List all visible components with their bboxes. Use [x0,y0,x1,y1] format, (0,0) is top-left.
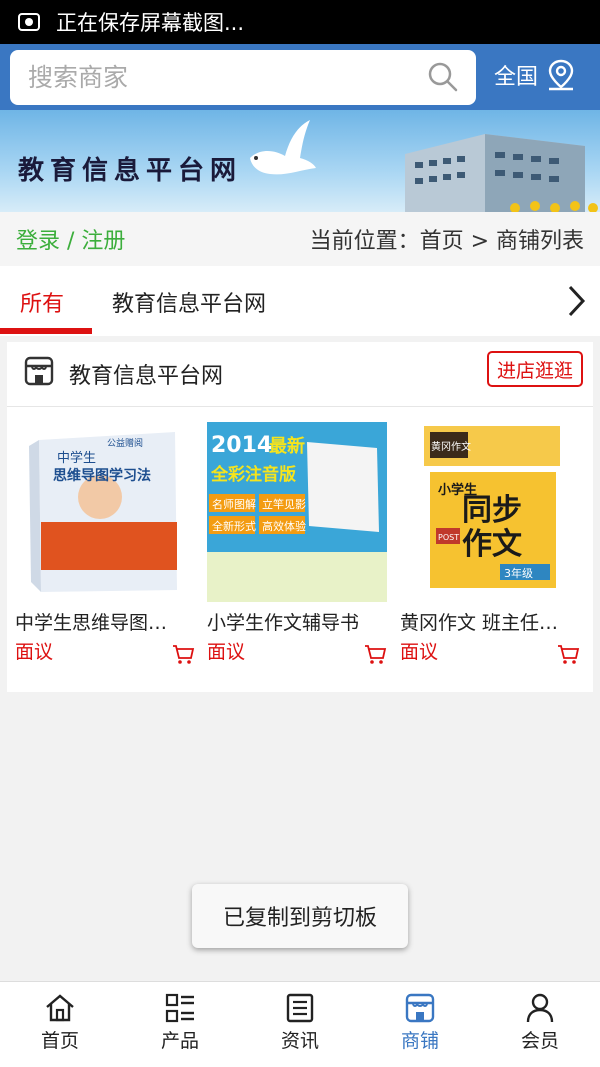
product-card[interactable]: 2014 最新 全彩注音版 名师图解 立竿见影 全新形式 高效体验 小学生作文辅… [207,422,387,664]
product-name[interactable]: 小学生作文辅导书 [207,608,387,635]
cover-feature: 名师图解 [212,497,256,511]
banner: 教育信息平台网 [0,110,600,212]
shop-icon [405,993,435,1023]
product-price: 面议 [400,641,439,663]
location-pin-icon [548,59,574,91]
category-tabs: 所有 教育信息平台网 [0,266,600,336]
nav-shops[interactable]: 商铺 [360,982,480,1067]
cover-feature: 立竿见影 [262,497,306,511]
shop-card: 教育信息平台网 进店逛逛 公益赠阅 中学生 思维导图学习法 中学生思维导图… 面… [7,342,593,692]
product-name[interactable]: 黄冈作文 班主任… [400,608,580,635]
bottom-navigation: 首页 产品 资讯 商铺 会员 [0,981,600,1067]
nav-label: 产品 [160,1030,199,1052]
product-image[interactable]: 黄冈作文 同步 作文 小学生 POST 3年级 [400,422,580,602]
shop-name: 教育信息平台网 [69,364,224,389]
nav-label: 资讯 [280,1030,319,1052]
cover-post: POST [438,533,459,542]
status-text: 正在保存屏幕截图... [56,11,245,35]
nav-home[interactable]: 首页 [0,982,120,1067]
region-selector[interactable]: 全国 [494,58,576,92]
region-label: 全国 [494,65,539,90]
active-tab-indicator [0,328,92,334]
login-breadcrumb-row: 登录 / 注册 当前位置：首页 > 商铺列表 [0,212,600,266]
cover-top: 中学生 [57,450,96,466]
screenshot-icon [18,13,40,31]
cart-icon[interactable] [556,642,580,666]
cart-icon[interactable] [171,642,195,666]
login-register-link[interactable]: 登录 / 注册 [16,223,125,255]
dove-illustration [250,120,316,175]
cover-tag: 最新 [269,435,305,457]
store-icon [24,356,54,386]
search-input[interactable] [28,63,408,92]
cover-feature: 全新形式 [212,519,256,533]
product-price: 面议 [207,641,246,663]
search-box[interactable] [10,50,476,105]
cover-side: 小学生 [438,482,477,498]
book-cover-synchronous-writing: 黄冈作文 同步 作文 小学生 POST 3年级 [400,422,580,602]
product-card[interactable]: 黄冈作文 同步 作文 小学生 POST 3年级 黄冈作文 班主任… 面议 [400,422,580,664]
search-icon[interactable] [428,62,458,92]
home-icon [46,994,74,1022]
product-price: 面议 [15,641,54,663]
top-bar: 全国 [0,44,600,110]
nav-label: 首页 [40,1030,79,1052]
nav-member[interactable]: 会员 [480,982,600,1067]
cover-grade: 3年级 [504,566,533,580]
status-bar: 正在保存屏幕截图... [0,0,600,44]
nav-label: 会员 [520,1030,559,1052]
cover-title: 全彩注音版 [210,464,296,485]
cover-feature: 高效体验 [262,519,306,533]
book-cover-composition: 2014 最新 全彩注音版 名师图解 立竿见影 全新形式 高效体验 [207,422,387,602]
chevron-right-icon[interactable] [566,284,586,318]
cover-title-line2: 作文 [462,527,522,562]
product-name[interactable]: 中学生思维导图… [15,608,195,635]
product-card[interactable]: 公益赠阅 中学生 思维导图学习法 中学生思维导图… 面议 [15,422,195,664]
tab-education-platform[interactable]: 教育信息平台网 [112,286,266,318]
enter-shop-button[interactable]: 进店逛逛 [486,351,583,387]
building-illustration [405,134,598,212]
nav-products[interactable]: 产品 [120,982,240,1067]
shop-header: 教育信息平台网 进店逛逛 [7,342,593,407]
cover-badge: 公益赠阅 [107,437,143,449]
tab-all[interactable]: 所有 [20,286,64,318]
cover-title: 思维导图学习法 [53,467,151,484]
grid-list-icon [165,993,194,1023]
nav-news[interactable]: 资讯 [240,982,360,1067]
product-image[interactable]: 公益赠阅 中学生 思维导图学习法 [15,422,195,602]
cover-title-line1: 同步 [462,493,522,528]
product-image[interactable]: 2014 最新 全彩注音版 名师图解 立竿见影 全新形式 高效体验 [207,422,387,602]
toast-message: 已复制到剪切板 [192,884,408,948]
news-icon [286,993,314,1023]
book-cover-mindmap: 公益赠阅 中学生 思维导图学习法 [15,422,195,602]
breadcrumb: 当前位置：首页 > 商铺列表 [309,229,584,254]
cart-icon[interactable] [363,642,387,666]
banner-title: 教育信息平台网 [18,156,243,186]
cover-year: 2014 [211,433,272,458]
user-icon [526,993,554,1023]
cover-brand: 黄冈作文 [431,440,471,453]
nav-label: 商铺 [400,1030,439,1052]
